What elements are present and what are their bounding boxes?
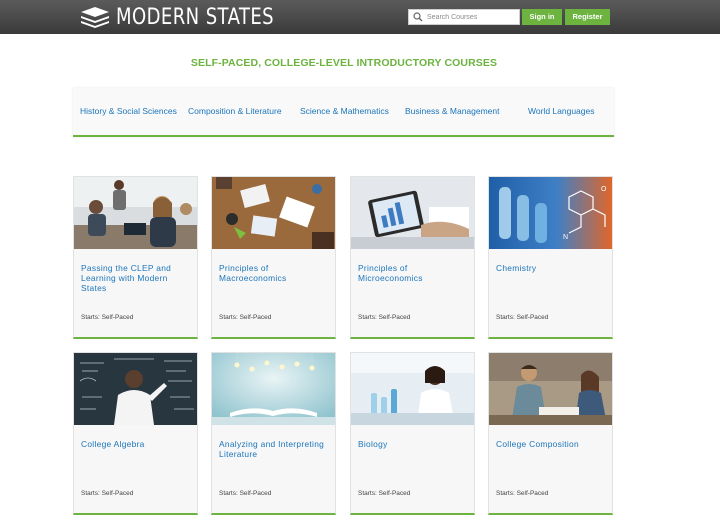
category-history-social-sciences[interactable]: History & Social Sciences bbox=[80, 106, 177, 116]
lab-scientist-photo bbox=[351, 353, 474, 425]
brand-logo[interactable]: MODERN STATES bbox=[80, 4, 309, 30]
search-box[interactable] bbox=[408, 9, 520, 25]
course-card[interactable]: Principles of Macroeconomics Starts: Sel… bbox=[211, 176, 336, 339]
course-card[interactable]: Biology Starts: Self-Paced bbox=[350, 352, 475, 515]
course-start: Starts: Self-Paced bbox=[81, 314, 134, 321]
sign-in-button[interactable]: Sign in bbox=[522, 9, 562, 25]
search-icon bbox=[413, 12, 423, 22]
tablet-chart-photo bbox=[351, 177, 474, 249]
search-input[interactable] bbox=[427, 10, 517, 24]
category-world-languages[interactable]: World Languages bbox=[528, 106, 594, 116]
svg-text:O: O bbox=[601, 186, 607, 193]
course-start: Starts: Self-Paced bbox=[496, 490, 549, 497]
course-title[interactable]: Passing the CLEP and Learning with Moder… bbox=[81, 263, 191, 293]
course-title[interactable]: Principles of Macroeconomics bbox=[219, 263, 329, 283]
course-start: Starts: Self-Paced bbox=[219, 490, 272, 497]
brand-name: MODERN STATES bbox=[116, 4, 275, 30]
register-button[interactable]: Register bbox=[565, 9, 610, 25]
category-science-mathematics[interactable]: Science & Mathematics bbox=[300, 106, 389, 116]
course-title[interactable]: Principles of Microeconomics bbox=[358, 263, 468, 283]
course-start: Starts: Self-Paced bbox=[81, 490, 134, 497]
course-title[interactable]: Analyzing and Interpreting Literature bbox=[219, 439, 329, 459]
course-title[interactable]: College Algebra bbox=[81, 439, 191, 449]
course-title[interactable]: Chemistry bbox=[496, 263, 606, 273]
students-studying-photo bbox=[489, 353, 612, 425]
category-composition-literature[interactable]: Composition & Literature bbox=[188, 106, 282, 116]
course-card[interactable]: O N Chemistry Starts: Self-Paced bbox=[488, 176, 613, 339]
course-card[interactable]: Analyzing and Interpreting Literature St… bbox=[211, 352, 336, 515]
classroom-students-photo bbox=[74, 177, 197, 249]
open-book-lights-photo bbox=[212, 353, 335, 425]
meeting-table-photo bbox=[212, 177, 335, 249]
svg-text:N: N bbox=[563, 234, 568, 241]
category-business-management[interactable]: Business & Management bbox=[405, 106, 500, 116]
course-title[interactable]: College Composition bbox=[496, 439, 606, 449]
lab-glassware-photo: O N bbox=[489, 177, 612, 249]
course-start: Starts: Self-Paced bbox=[219, 314, 272, 321]
stacked-books-icon bbox=[81, 7, 109, 28]
top-header: MODERN STATES Sign in Register bbox=[0, 0, 720, 34]
course-start: Starts: Self-Paced bbox=[358, 314, 411, 321]
course-start: Starts: Self-Paced bbox=[358, 490, 411, 497]
course-card[interactable]: Principles of Microeconomics Starts: Sel… bbox=[350, 176, 475, 339]
chalkboard-equations-photo bbox=[74, 353, 197, 425]
course-card[interactable]: Passing the CLEP and Learning with Moder… bbox=[73, 176, 198, 339]
course-card[interactable]: College Composition Starts: Self-Paced bbox=[488, 352, 613, 515]
page-title: SELF-PACED, COLLEGE-LEVEL INTRODUCTORY C… bbox=[190, 57, 498, 69]
category-nav: History & Social Sciences Composition & … bbox=[73, 88, 614, 137]
course-start: Starts: Self-Paced bbox=[496, 314, 549, 321]
course-card[interactable]: College Algebra Starts: Self-Paced bbox=[73, 352, 198, 515]
course-title[interactable]: Biology bbox=[358, 439, 468, 449]
